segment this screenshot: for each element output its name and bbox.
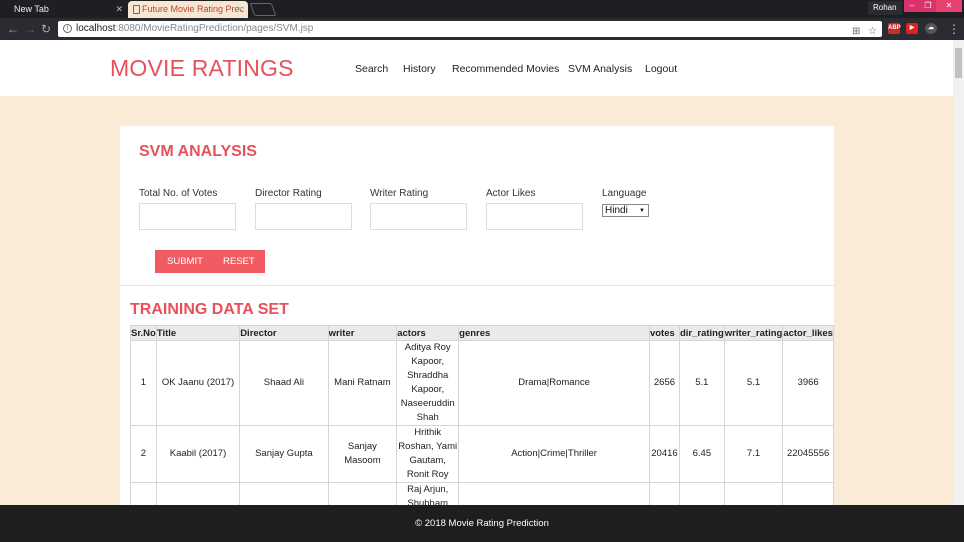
col-actors: actors bbox=[396, 325, 460, 341]
writer-rating-input[interactable] bbox=[370, 203, 467, 230]
minimize-icon[interactable]: – bbox=[904, 0, 920, 12]
table-cell: Shaad Ali bbox=[239, 340, 329, 426]
translate-icon[interactable]: ⊞ bbox=[852, 24, 860, 40]
col-actor-likes: actor_likes bbox=[782, 325, 834, 341]
writer-rating-label: Writer Rating bbox=[370, 188, 429, 199]
bookmark-star-icon[interactable]: ☆ bbox=[868, 24, 877, 40]
language-select[interactable]: Hindi ▼ bbox=[602, 204, 649, 217]
tab-active[interactable]: Future Movie Rating Prec ✕ bbox=[128, 1, 248, 18]
svm-title: SVM ANALYSIS bbox=[139, 143, 257, 160]
site-footer: © 2018 Movie Rating Prediction bbox=[0, 505, 964, 542]
tab-new-tab[interactable]: New Tab ✕ bbox=[0, 1, 127, 18]
col-writer: writer bbox=[327, 325, 398, 341]
votes-label: Total No. of Votes bbox=[139, 188, 218, 199]
training-table: Sr.No Title Director writer actors genre… bbox=[130, 325, 834, 523]
scrollbar-thumb[interactable] bbox=[955, 48, 962, 78]
col-dir-rating: dir_rating bbox=[678, 325, 725, 341]
actor-likes-input[interactable] bbox=[486, 203, 583, 230]
window-close-icon[interactable]: ✕ bbox=[936, 0, 962, 12]
training-title: TRAINING DATA SET bbox=[130, 301, 289, 318]
reset-button[interactable]: RESET bbox=[223, 250, 255, 273]
table-cell: 2 bbox=[130, 425, 157, 483]
site-logo[interactable]: MOVIE RATINGS bbox=[110, 55, 294, 82]
reload-icon[interactable]: ↻ bbox=[41, 21, 51, 37]
site-header: MOVIE RATINGS Search History Recommended… bbox=[0, 40, 953, 96]
col-genres: genres bbox=[458, 325, 650, 341]
extension-icon[interactable]: ▶ bbox=[906, 23, 918, 34]
table-cell: Sanjay Masoom bbox=[327, 425, 398, 483]
forward-icon[interactable]: → bbox=[24, 21, 36, 37]
address-bar[interactable]: i localhost:8080/MovieRatingPrediction/p… bbox=[58, 21, 882, 37]
page-favicon-icon bbox=[133, 5, 140, 14]
table-cell: 20416 bbox=[648, 425, 680, 483]
svm-card: SVM ANALYSIS Total No. of Votes Director… bbox=[120, 126, 834, 523]
nav-recommended-movies[interactable]: Recommended Movies bbox=[452, 63, 559, 75]
table-cell: 5.1 bbox=[723, 340, 784, 426]
table-cell: OK Jaanu (2017) bbox=[155, 340, 241, 426]
votes-input[interactable] bbox=[139, 203, 236, 230]
table-cell: Action|Crime|Thriller bbox=[458, 425, 650, 483]
table-cell: Mani Ratnam bbox=[327, 340, 398, 426]
close-icon[interactable]: ✕ bbox=[115, 1, 123, 18]
table-cell: 2656 bbox=[648, 340, 680, 426]
table-cell: 7.1 bbox=[723, 425, 784, 483]
new-tab-button[interactable] bbox=[249, 3, 277, 16]
nav-svm-analysis[interactable]: SVM Analysis bbox=[568, 63, 632, 75]
table-row: 2 Kaabil (2017) Sanjay Gupta Sanjay Maso… bbox=[130, 425, 834, 483]
submit-button[interactable]: SUBMIT bbox=[167, 250, 203, 273]
chevron-down-icon: ▼ bbox=[639, 208, 645, 214]
table-cell: Sanjay Gupta bbox=[239, 425, 329, 483]
nav-search[interactable]: Search bbox=[355, 63, 388, 75]
table-cell: Kaabil (2017) bbox=[155, 425, 241, 483]
restore-icon[interactable]: ❐ bbox=[920, 0, 936, 12]
table-header-row: Sr.No Title Director writer actors genre… bbox=[130, 325, 834, 341]
col-srno: Sr.No bbox=[130, 325, 157, 341]
browser-toolbar: ← → ↻ i localhost:8080/MovieRatingPredic… bbox=[0, 18, 964, 40]
actor-likes-label: Actor Likes bbox=[486, 188, 536, 199]
director-rating-input[interactable] bbox=[255, 203, 352, 230]
table-row: 1 OK Jaanu (2017) Shaad Ali Mani Ratnam … bbox=[130, 340, 834, 426]
close-icon[interactable]: ✕ bbox=[236, 1, 244, 18]
col-writer-rating: writer_rating bbox=[723, 325, 784, 341]
form-buttons: SUBMIT RESET bbox=[155, 250, 265, 273]
col-votes: votes bbox=[648, 325, 680, 341]
back-icon[interactable]: ← bbox=[7, 21, 19, 37]
scrollbar[interactable] bbox=[953, 40, 964, 505]
table-cell: Drama|Romance bbox=[458, 340, 650, 426]
table-cell: Hrithik Roshan, Yami Gautam, Ronit Roy bbox=[396, 425, 460, 483]
table-cell: Aditya Roy Kapoor, Shraddha Kapoor, Nase… bbox=[396, 340, 460, 426]
nav-logout[interactable]: Logout bbox=[645, 63, 677, 75]
info-icon[interactable]: i bbox=[63, 24, 72, 33]
table-cell: 6.45 bbox=[678, 425, 725, 483]
nav-history[interactable]: History bbox=[403, 63, 436, 75]
menu-kebab-icon[interactable]: ⋮ bbox=[948, 21, 960, 37]
extension-cloud-icon[interactable]: ☁ bbox=[925, 23, 937, 34]
col-title: Title bbox=[155, 325, 241, 341]
divider bbox=[120, 285, 834, 286]
table-cell: 22045556 bbox=[782, 425, 834, 483]
profile-button[interactable]: Rohan bbox=[868, 1, 902, 15]
director-rating-label: Director Rating bbox=[255, 188, 322, 199]
browser-tabbar: New Tab ✕ Future Movie Rating Prec ✕ Rohan… bbox=[0, 0, 964, 18]
table-cell: 1 bbox=[130, 340, 157, 426]
table-cell: 3966 bbox=[782, 340, 834, 426]
adblock-icon[interactable]: ABP bbox=[888, 23, 901, 34]
language-label: Language bbox=[602, 188, 647, 199]
col-director: Director bbox=[239, 325, 329, 341]
table-cell: 5.1 bbox=[678, 340, 725, 426]
